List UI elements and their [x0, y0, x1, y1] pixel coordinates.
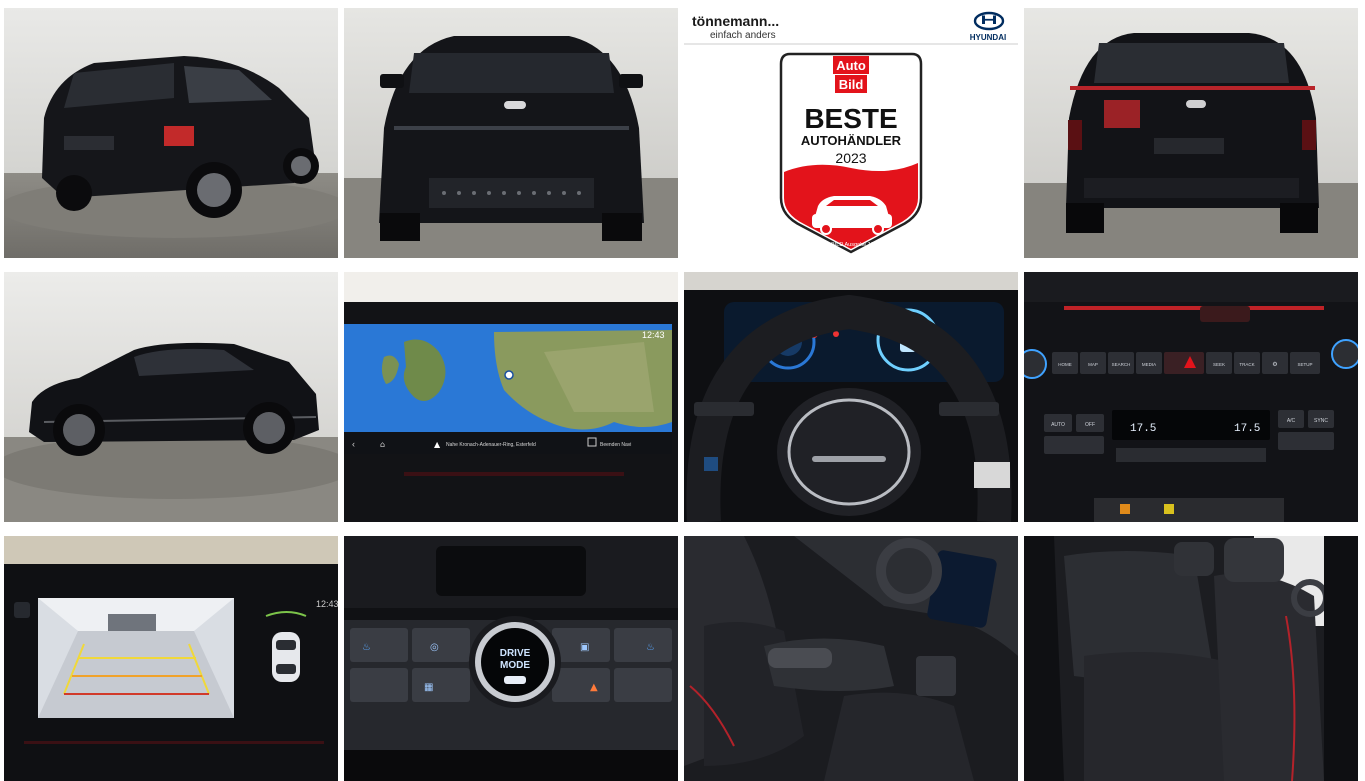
climate-off-label: OFF — [1085, 422, 1095, 428]
console-map-label: MAP — [1088, 362, 1098, 367]
photo-front-seats[interactable] — [684, 536, 1018, 781]
photo-navigation-screen[interactable]: 12:43 ‹ ⌂ ▲ Nahe Kronach-Adenauer-Ring, … — [344, 272, 678, 522]
brand-name: HYUNDAI — [970, 33, 1006, 42]
photo-side-profile[interactable] — [4, 272, 338, 522]
front-image — [344, 8, 678, 258]
gear-icon: ⚙ — [1272, 361, 1277, 368]
climate-ac-label: A/C — [1287, 418, 1296, 424]
nav-home-icon: ⌂ — [380, 440, 385, 449]
reverse-camera-image: 12:43 — [4, 536, 338, 781]
award-magazine-top: Auto — [836, 58, 866, 73]
rear-seats-image — [1024, 536, 1358, 781]
drive-mode-image: ♨ ◎ ▣ ♨ ▦ ▲ DRIVE MODE — [344, 536, 678, 781]
award-magazine-bottom: Bild — [839, 77, 864, 92]
console-media-label: MEDIA — [1142, 362, 1156, 367]
dealer-slogan: einfach anders — [710, 30, 776, 41]
seat-vent-icon: ♨ — [646, 642, 655, 653]
photo-rear-three-quarter[interactable] — [4, 8, 338, 258]
award-footnote: AUTO BILD Ausgabe 10/2023 — [814, 242, 887, 248]
parking-sensor-icon: ▲ — [590, 682, 598, 693]
photo-rear-seats[interactable] — [1024, 536, 1358, 781]
photo-gallery: tönnemann... einfach anders HYUNDAI Auto… — [0, 0, 1365, 781]
photo-drive-mode[interactable]: ♨ ◎ ▣ ♨ ▦ ▲ DRIVE MODE — [344, 536, 678, 781]
photo-reverse-camera[interactable]: 12:43 — [4, 536, 338, 781]
camera-view-icon — [14, 602, 30, 618]
drive-mode-line1: DRIVE — [500, 648, 531, 659]
dealer-award-image: tönnemann... einfach anders HYUNDAI Auto… — [684, 8, 1018, 258]
nav-back-icon: ‹ — [352, 439, 355, 449]
photo-rear[interactable] — [1024, 8, 1358, 258]
climate-auto-label: AUTO — [1051, 422, 1065, 428]
console-track-label: TRACK — [1239, 362, 1254, 367]
award-year: 2023 — [835, 150, 866, 166]
nav-end-label: Beenden Navi — [600, 442, 631, 448]
car-top-view-icon — [272, 632, 300, 682]
park-assist-icon: ▦ — [424, 682, 433, 693]
photo-steering-wheel[interactable] — [684, 272, 1018, 522]
console-seek-label: SEEK — [1213, 362, 1225, 367]
steering-heat-icon: ◎ — [430, 642, 439, 653]
photo-dealer-award[interactable]: tönnemann... einfach anders HYUNDAI Auto… — [684, 8, 1018, 258]
photo-front[interactable] — [344, 8, 678, 258]
camera-time: 12:43 — [316, 599, 338, 609]
seat-heat-icon: ♨ — [362, 642, 371, 653]
side-profile-image — [4, 272, 338, 522]
climate-temp-right: 17.5 — [1234, 423, 1260, 435]
nav-destination: Nahe Kronach-Adenauer-Ring, Esterfeld — [446, 442, 536, 448]
climate-sync-label: SYNC — [1314, 418, 1328, 424]
rear-three-quarter-image — [4, 8, 338, 258]
award-subtitle: AUTOHÄNDLER — [801, 133, 902, 148]
navigation-screen-image: 12:43 ‹ ⌂ ▲ Nahe Kronach-Adenauer-Ring, … — [344, 272, 678, 522]
nav-time: 12:43 — [642, 330, 665, 340]
console-setup-label: SETUP — [1297, 362, 1312, 367]
console-search-label: SEARCH — [1112, 362, 1131, 367]
climate-temp-left: 17.5 — [1130, 423, 1156, 435]
front-seats-image — [684, 536, 1018, 781]
rear-image — [1024, 8, 1358, 258]
camera-icon: ▣ — [580, 642, 589, 653]
award-title: BESTE — [804, 103, 897, 134]
nav-arrow-icon: ▲ — [434, 440, 441, 449]
dealer-name: tönnemann... — [692, 13, 779, 29]
climate-console-image: HOME MAP SEARCH MEDIA SEEK TRACK ⚙ SETUP… — [1024, 272, 1358, 522]
drive-mode-line2: MODE — [500, 660, 530, 671]
console-home-label: HOME — [1058, 362, 1072, 367]
photo-climate-console[interactable]: HOME MAP SEARCH MEDIA SEEK TRACK ⚙ SETUP… — [1024, 272, 1358, 522]
steering-wheel-image — [684, 272, 1018, 522]
